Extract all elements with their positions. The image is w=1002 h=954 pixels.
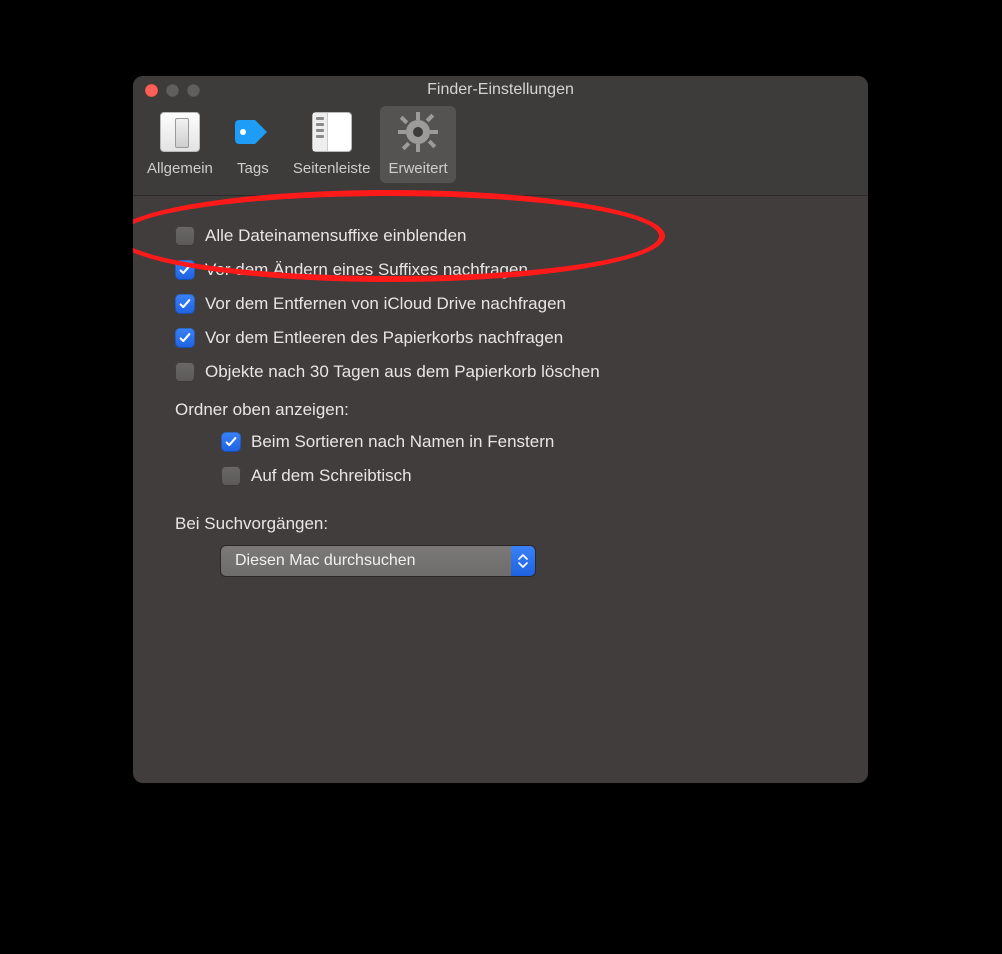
window-title: Finder-Einstellungen — [133, 81, 868, 99]
checkbox[interactable] — [175, 328, 195, 348]
tab-label: Erweitert — [388, 160, 447, 177]
folders-on-top-heading: Ordner oben anzeigen: — [163, 400, 838, 420]
tab-sidebar[interactable]: Seitenleiste — [285, 106, 379, 183]
option-show-extensions[interactable]: Alle Dateinamensuffixe einblenden — [163, 226, 838, 246]
option-label: Beim Sortieren nach Namen in Fenstern — [251, 432, 554, 452]
tab-tags[interactable]: Tags — [223, 106, 283, 183]
general-icon — [158, 110, 202, 154]
preferences-window: Finder-Einstellungen Allgemein Tags — [133, 76, 868, 783]
tags-icon — [231, 110, 275, 154]
sidebar-icon — [310, 110, 354, 154]
option-label: Alle Dateinamensuffixe einblenden — [205, 226, 466, 246]
tab-general[interactable]: Allgemein — [139, 106, 221, 183]
advanced-pane: Alle Dateinamensuffixe einblenden Vor de… — [133, 196, 868, 606]
chevron-up-down-icon — [511, 546, 535, 576]
tab-label: Tags — [237, 160, 269, 177]
checkbox[interactable] — [175, 226, 195, 246]
gear-icon — [396, 110, 440, 154]
close-button[interactable] — [145, 84, 158, 97]
checkbox[interactable] — [175, 260, 195, 280]
search-heading: Bei Suchvorgängen: — [163, 514, 838, 534]
tab-advanced[interactable]: Erweitert — [380, 106, 455, 183]
minimize-button[interactable] — [166, 84, 179, 97]
option-warn-icloud-remove[interactable]: Vor dem Entfernen von iCloud Drive nachf… — [163, 294, 838, 314]
option-label: Objekte nach 30 Tagen aus dem Papierkorb… — [205, 362, 600, 382]
zoom-button[interactable] — [187, 84, 200, 97]
toolbar: Allgemein Tags Seitenleiste — [133, 104, 868, 196]
search-scope-dropdown[interactable]: Diesen Mac durchsuchen — [221, 546, 535, 576]
option-label: Vor dem Entfernen von iCloud Drive nachf… — [205, 294, 566, 314]
option-folders-top-desktop[interactable]: Auf dem Schreibtisch — [163, 466, 838, 486]
checkbox[interactable] — [175, 294, 195, 314]
option-warn-empty-trash[interactable]: Vor dem Entleeren des Papierkorbs nachfr… — [163, 328, 838, 348]
window-controls — [133, 84, 200, 97]
option-folders-top-windows[interactable]: Beim Sortieren nach Namen in Fenstern — [163, 432, 838, 452]
option-label: Auf dem Schreibtisch — [251, 466, 412, 486]
option-auto-empty-trash[interactable]: Objekte nach 30 Tagen aus dem Papierkorb… — [163, 362, 838, 382]
dropdown-value: Diesen Mac durchsuchen — [221, 546, 511, 576]
checkbox[interactable] — [221, 432, 241, 452]
option-label: Vor dem Entleeren des Papierkorbs nachfr… — [205, 328, 563, 348]
tab-label: Seitenleiste — [293, 160, 371, 177]
titlebar: Finder-Einstellungen — [133, 76, 868, 104]
checkbox[interactable] — [175, 362, 195, 382]
tab-label: Allgemein — [147, 160, 213, 177]
checkbox[interactable] — [221, 466, 241, 486]
option-warn-change-extension[interactable]: Vor dem Ändern eines Suffixes nachfragen — [163, 260, 838, 280]
option-label: Vor dem Ändern eines Suffixes nachfragen — [205, 260, 528, 280]
